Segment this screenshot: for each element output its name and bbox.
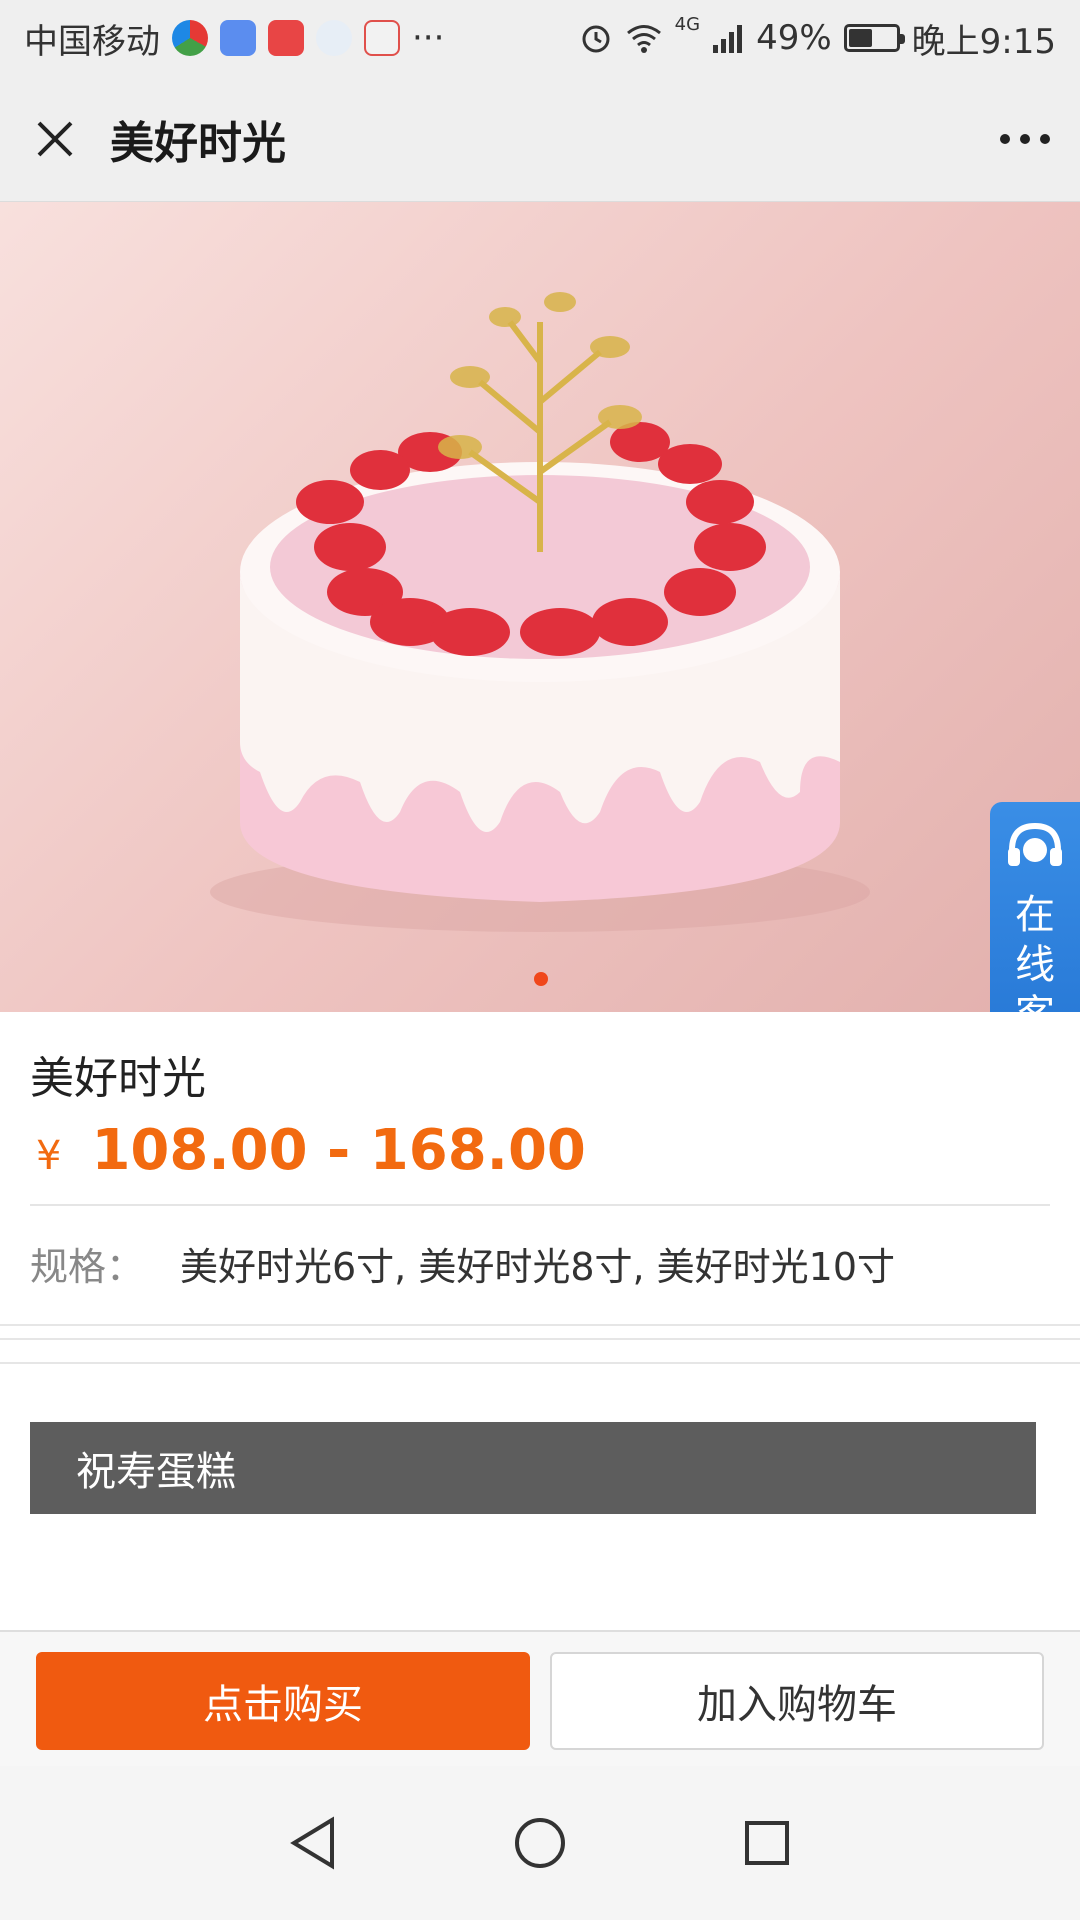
map-app-icon xyxy=(364,20,400,56)
close-icon xyxy=(37,121,73,156)
huawei-app-icon xyxy=(268,20,304,56)
currency-symbol: ¥ xyxy=(36,1133,62,1179)
add-to-cart-button[interactable]: 加入购物车 xyxy=(550,1652,1044,1750)
network-type-label: 4G xyxy=(674,13,701,35)
recents-icon xyxy=(744,1821,789,1865)
more-button[interactable] xyxy=(970,76,1080,202)
nav-bar: 美好时光 xyxy=(0,76,1080,202)
system-nav-bar xyxy=(0,1766,1080,1920)
cake-image xyxy=(210,292,870,932)
close-button[interactable] xyxy=(0,76,110,202)
wifi-icon xyxy=(626,25,661,53)
status-left: 中国移动 ··· xyxy=(24,14,444,63)
product-info: 美好时光 ¥ 108.00 - 168.00 规格： 美好时光6寸, 美好时光8… xyxy=(0,1012,1080,1324)
buy-now-button[interactable]: 点击购买 xyxy=(36,1652,530,1750)
price: ¥ 108.00 - 168.00 xyxy=(36,1118,586,1183)
signal-icon xyxy=(713,25,743,53)
more-notifications-icon: ··· xyxy=(412,18,445,58)
page-title: 美好时光 xyxy=(110,117,286,169)
headset-icon xyxy=(1008,822,1062,866)
carrier-label: 中国移动 xyxy=(24,21,160,62)
carousel-indicator[interactable] xyxy=(534,972,548,986)
product-image-carousel[interactable] xyxy=(0,202,1080,1012)
product-name: 美好时光 xyxy=(30,1053,206,1104)
music-app-icon xyxy=(220,20,256,56)
more-icon xyxy=(1000,133,1050,144)
back-icon xyxy=(290,1816,335,1870)
spec-row[interactable]: 规格： 美好时光6寸, 美好时光8寸, 美好时光10寸 xyxy=(30,1236,895,1291)
battery-percent: 49% xyxy=(756,18,832,58)
category-header: 祝寿蛋糕 xyxy=(30,1422,1036,1514)
clock: 晚上9:15 xyxy=(911,21,1056,62)
product-description: 祝寿蛋糕 xyxy=(0,1364,1080,1630)
status-bar: 中国移动 ··· 4G 49% 晚上9:15 xyxy=(0,0,1080,76)
status-right: 4G 49% 晚上9:15 xyxy=(579,14,1056,63)
section-divider xyxy=(0,1324,1080,1364)
browser-app-icon xyxy=(172,20,208,56)
home-icon xyxy=(514,1818,565,1868)
battery-icon xyxy=(843,24,905,52)
action-bar: 点击购买 加入购物车 xyxy=(0,1630,1080,1766)
back-nav-button[interactable] xyxy=(273,1803,353,1883)
recents-nav-button[interactable] xyxy=(727,1803,807,1883)
price-range: 108.00 - 168.00 xyxy=(91,1118,586,1183)
divider xyxy=(30,1204,1050,1206)
home-nav-button[interactable] xyxy=(500,1803,580,1883)
spec-value: 美好时光6寸, 美好时光8寸, 美好时光10寸 xyxy=(180,1245,896,1289)
alarm-icon xyxy=(582,25,610,53)
spec-label: 规格： xyxy=(30,1245,145,1289)
sync-app-icon xyxy=(316,20,352,56)
